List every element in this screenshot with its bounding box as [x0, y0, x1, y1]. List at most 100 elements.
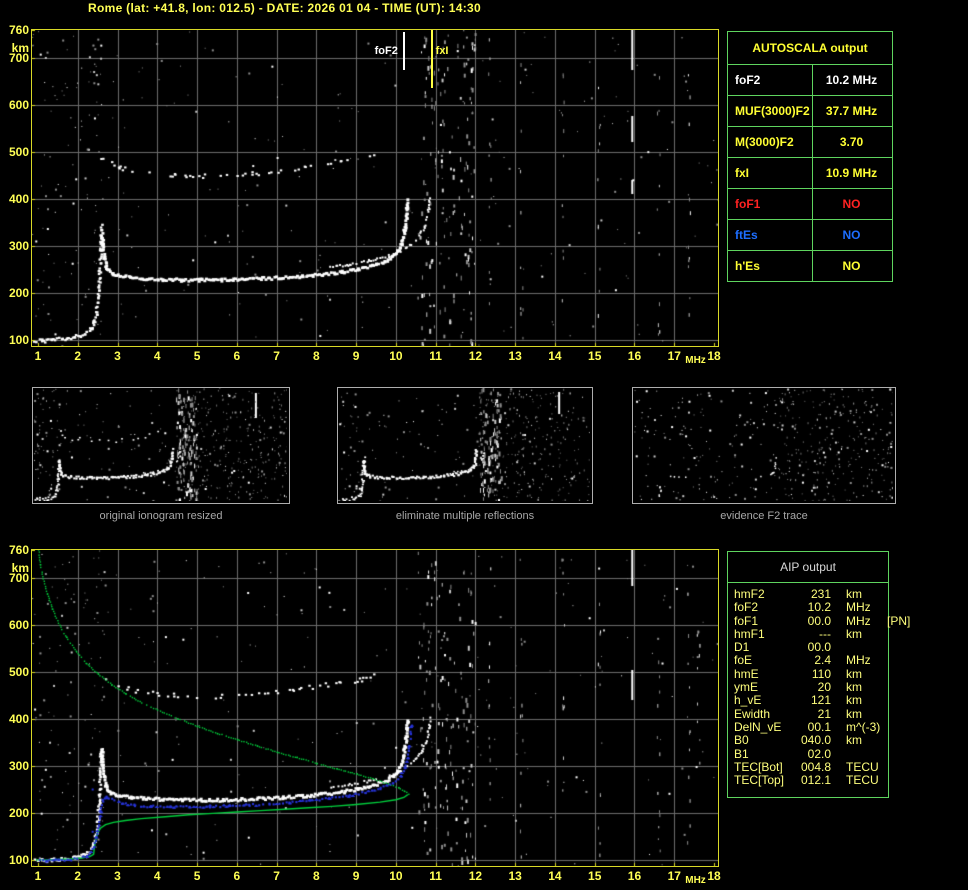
aip-cell-note: [PN]: [887, 613, 911, 628]
y-tick-label: 300: [8, 758, 29, 773]
autoscala-row-value: 37.7 MHz: [812, 96, 890, 126]
aip-row-ewidth: Ewidth 21 km: [734, 706, 888, 721]
aip-cell-name: TEC[Top]: [734, 773, 785, 788]
aip-cell-value: 2.4: [814, 653, 831, 668]
aip-cell-name: hmF1: [734, 626, 765, 641]
fof2-marker-label: foF2: [374, 45, 398, 57]
x-tick-label: 13: [508, 869, 522, 883]
aip-cell-value: 231: [810, 587, 831, 601]
x-tick-label: 6: [233, 349, 241, 363]
aip-cell-unit: [831, 748, 881, 761]
x-tick-label: 16: [627, 349, 642, 363]
aip-cell-note: [881, 748, 888, 761]
aip-cell-name: TEC[Bot]: [734, 759, 783, 774]
autoscala-row-label: fxI: [735, 166, 750, 180]
aip-cell-unit: km: [846, 680, 862, 695]
x-tick-label: 18: [707, 349, 721, 363]
panel-eliminate-reflections-canvas: [338, 388, 590, 501]
aip-cell-unit: km: [846, 693, 862, 708]
top-ionogram-plot: [31, 29, 719, 347]
x-tick-label: 9: [352, 349, 360, 363]
x-tick-label: 8: [312, 869, 320, 883]
aip-row-hmf1: hmF1 --- km: [734, 626, 888, 641]
aip-cell-note: [881, 654, 888, 667]
x-tick-label: 16: [627, 869, 642, 883]
aip-cell-unit: km: [846, 587, 862, 601]
y-tick-label: 400: [8, 192, 29, 207]
autoscala-row-value: 10.2 MHz: [812, 65, 890, 95]
y-tick-label: 500: [8, 665, 29, 680]
x-tick-label: 7: [273, 349, 280, 363]
aip-cell-note: [881, 681, 888, 694]
x-tick-label: 4: [153, 869, 161, 883]
x-tick-label: 17: [667, 349, 681, 363]
aip-cell-name: D1: [734, 640, 750, 655]
aip-cell-value: 20: [817, 680, 831, 695]
autoscala-row-fxi: fxI 10.9 MHz: [728, 157, 892, 188]
y-tick-label: 760: [8, 23, 29, 37]
aip-row-hme: hmE 110 km: [734, 666, 888, 681]
aip-cell-value: 00.1: [807, 719, 831, 734]
aip-cell-note: [881, 774, 888, 787]
aip-cell-value: 00.0: [807, 613, 831, 628]
aip-row-delnve: DelN_vE 00.1 m^(-3): [734, 719, 888, 734]
y-tick-label: 600: [8, 618, 29, 633]
aip-row-hve: h_vE 121 km: [734, 693, 888, 708]
x-tick-label: 3: [114, 869, 121, 883]
aip-cell-unit: km: [846, 626, 862, 641]
aip-cell-note: [881, 628, 888, 641]
x-tick-label: 15: [588, 349, 602, 363]
aip-cell-unit: km: [846, 706, 862, 721]
autoscala-table-rows: foF2 10.2 MHz MUF(3000)F2 37.7 MHz M(3000)F2…: [728, 64, 892, 281]
x-tick-label: 8: [312, 349, 320, 363]
x-tick-label: 15: [588, 869, 602, 883]
y-tick-label: 600: [8, 98, 29, 113]
x-tick-label: 5: [193, 869, 201, 883]
fxi-marker-label: fxI: [435, 45, 449, 57]
panel-evidence-f2: [632, 387, 896, 504]
x-tick-label: 7: [273, 869, 280, 883]
y-axis-unit-label: km: [11, 41, 29, 55]
fxi-marker-line: [430, 30, 433, 88]
x-tick-label: 17: [667, 869, 681, 883]
panel-evidence-f2-canvas: [633, 388, 893, 501]
autoscala-row-label: h'Es: [735, 259, 760, 273]
y-tick-label: 400: [8, 712, 29, 727]
x-tick-label: 12: [468, 349, 483, 363]
caption-original-ionogram: original ionogram resized: [99, 510, 223, 522]
autoscala-row-muf3000f2: MUF(3000)F2 37.7 MHz: [728, 95, 892, 126]
aip-cell-note: [881, 641, 888, 654]
x-tick-label: 10: [389, 869, 403, 883]
x-tick-label: 6: [233, 869, 241, 883]
x-tick-label: 10: [389, 349, 403, 363]
aip-cell-note: [881, 601, 888, 614]
y-tick-label: 200: [8, 285, 29, 300]
autoscala-row-label: ftEs: [735, 228, 758, 242]
aip-cell-note: [881, 734, 888, 747]
autoscala-output-table: AUTOSCALA output foF2 10.2 MHz MUF(3000)F2…: [727, 31, 893, 282]
panel-eliminate-reflections: [337, 387, 593, 504]
aip-cell-name: Ewidth: [734, 706, 771, 721]
y-tick-label: 100: [8, 332, 29, 347]
aip-cell-unit: km: [846, 666, 862, 681]
aip-output-table: AIP output hmF2 231 km foF2 10.2 MHz foF1 00.0 M…: [727, 551, 910, 798]
x-tick-label: 1: [34, 869, 42, 883]
caption-evidence-f2: evidence F2 trace: [720, 510, 808, 522]
y-tick-label: 300: [8, 238, 29, 253]
aip-cell-name: B0: [734, 733, 749, 748]
aip-cell-unit: [831, 641, 881, 654]
aip-table-header: AIP output: [780, 560, 836, 574]
aip-table-rows: hmF2 231 km foF2 10.2 MHz foF1 00.0 MHz [PN] hmF1 -…: [728, 582, 910, 788]
aip-row-fof2: foF2 10.2 MHz: [734, 600, 888, 615]
autoscala-row-value: 10.9 MHz: [812, 158, 890, 188]
y-tick-label: 200: [8, 805, 29, 820]
aip-cell-value: ---: [819, 626, 831, 641]
autoscala-row-hes: h'Es NO: [728, 250, 892, 281]
aip-cell-unit: MHz: [846, 653, 871, 668]
panel-original-ionogram: [32, 387, 290, 504]
y-tick-label: 500: [8, 145, 29, 160]
y-tick-label: 760: [8, 543, 29, 557]
aip-cell-unit: MHz: [846, 600, 871, 615]
y-tick-label: 100: [8, 852, 29, 867]
x-tick-label: 4: [153, 349, 161, 363]
